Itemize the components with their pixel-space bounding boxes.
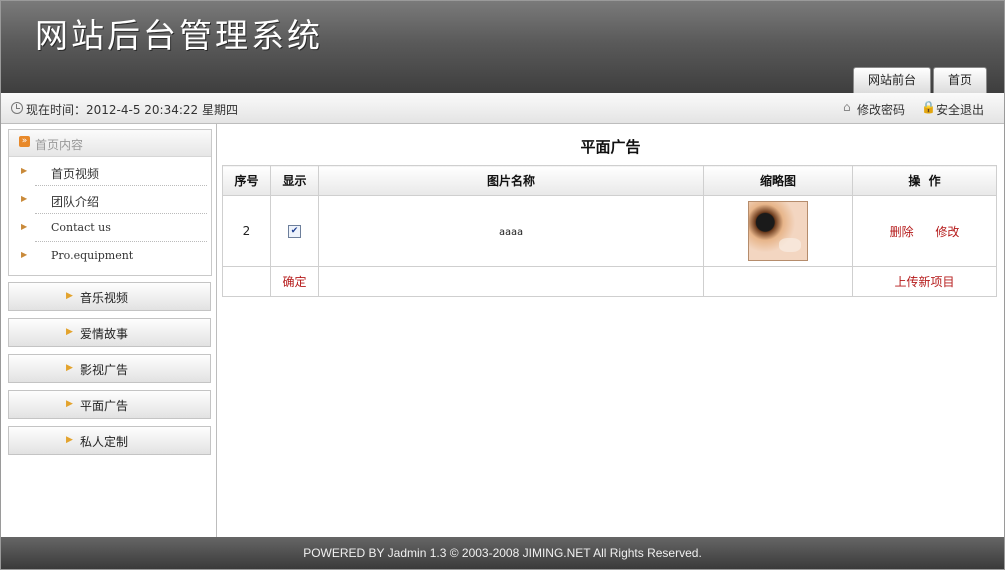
tab-home[interactable]: 首页 (933, 67, 987, 93)
row-image-name: aaaa (318, 195, 704, 267)
arrow-right-icon: ▶ (66, 363, 73, 373)
sidebar: » 首页内容 ▶ 首页视频 ▶ 团队介绍 ▶ Contact us ▶ Pro.… (1, 124, 217, 537)
arrow-right-icon: ▶ (21, 250, 28, 259)
nav-label: 爱情故事 (80, 327, 129, 341)
sidebar-item-home-video[interactable]: ▶ 首页视频 (21, 158, 207, 186)
menu-section: » 首页内容 ▶ 首页视频 ▶ 团队介绍 ▶ Contact us ▶ Pro.… (8, 129, 212, 276)
app-window: 网站后台管理系统 网站前台 首页 现在时间：2012-4-5 20:34:22 … (0, 0, 1005, 570)
status-bar: 现在时间：2012-4-5 20:34:22 星期四 ⌂ 修改密码 🔒 安全退出 (1, 93, 1004, 124)
nav-label: 音乐视频 (80, 291, 129, 305)
arrow-right-icon: ▶ (66, 327, 73, 337)
menu-section-title: 首页内容 (35, 138, 84, 152)
row-thumbnail-cell (703, 195, 853, 267)
change-password-link[interactable]: 修改密码 (857, 101, 905, 118)
confirm-button[interactable]: 确定 (282, 275, 306, 289)
collapse-icon: » (19, 136, 30, 147)
thumbnail-image[interactable] (748, 201, 808, 261)
arrow-right-icon: ▶ (66, 435, 73, 445)
column-header-id: 序号 (222, 165, 271, 196)
ads-table: 序号 显示 图片名称 缩略图 操 作 2 ✔ aaaa 删除 修改 确定 上传新… (222, 165, 997, 297)
column-header-actions: 操 作 (852, 165, 997, 196)
menu-section-header[interactable]: » 首页内容 (9, 130, 211, 157)
image-name-text: aaaa (498, 227, 524, 238)
column-header-image-name: 图片名称 (318, 165, 704, 196)
row-id: 2 (222, 195, 271, 267)
arrow-right-icon: ▶ (21, 166, 28, 175)
clock-icon (11, 102, 23, 114)
sidebar-item-equipment[interactable]: ▶ Pro.equipment (21, 242, 207, 269)
row-actions: 删除 修改 (852, 195, 997, 267)
column-header-show: 显示 (270, 165, 319, 196)
home-icon: ⌂ (843, 100, 851, 114)
table-header-row: 序号 显示 图片名称 缩略图 操 作 (222, 165, 997, 196)
show-checkbox[interactable]: ✔ (288, 225, 301, 238)
edit-link[interactable]: 修改 (935, 225, 959, 239)
lock-icon: 🔒 (921, 100, 936, 114)
sidebar-item-label: 首页视频 (51, 167, 100, 181)
nav-private-custom[interactable]: ▶ 私人定制 (8, 426, 211, 455)
arrow-right-icon: ▶ (21, 222, 28, 231)
nav-label: 平面广告 (80, 399, 129, 413)
nav-label: 私人定制 (80, 435, 129, 449)
table-footer-row: 确定 上传新项目 (222, 266, 997, 297)
header: 网站后台管理系统 网站前台 首页 (1, 1, 1004, 93)
arrow-right-icon: ▶ (66, 399, 73, 409)
page-title: 平面广告 (580, 138, 641, 156)
footer-copyright: POWERED BY Jadmin 1.3 © 2003-2008 JIMING… (303, 546, 702, 560)
sidebar-item-label: Pro.equipment (51, 249, 134, 262)
column-header-thumbnail: 缩略图 (703, 165, 853, 196)
current-time: 现在时间：2012-4-5 20:34:22 星期四 (26, 103, 238, 117)
sidebar-item-team-intro[interactable]: ▶ 团队介绍 (21, 186, 207, 214)
row-show-cell: ✔ (270, 195, 319, 267)
site-title: 网站后台管理系统 (35, 16, 323, 55)
nav-music-video[interactable]: ▶ 音乐视频 (8, 282, 211, 311)
upload-new-item-link[interactable]: 上传新项目 (894, 275, 954, 289)
sidebar-item-label: 团队介绍 (51, 195, 100, 209)
sidebar-item-label: Contact us (51, 221, 111, 234)
nav-print-ads[interactable]: ▶ 平面广告 (8, 390, 211, 419)
table-row: 2 ✔ aaaa 删除 修改 (222, 195, 997, 267)
arrow-right-icon: ▶ (66, 291, 73, 301)
arrow-right-icon: ▶ (21, 194, 28, 203)
nav-label: 影视广告 (80, 363, 129, 377)
sidebar-item-contact-us[interactable]: ▶ Contact us (21, 214, 207, 242)
logout-link[interactable]: 安全退出 (936, 101, 984, 118)
nav-video-ads[interactable]: ▶ 影视广告 (8, 354, 211, 383)
tab-site-frontend[interactable]: 网站前台 (853, 67, 931, 93)
nav-love-story[interactable]: ▶ 爱情故事 (8, 318, 211, 347)
footer: POWERED BY Jadmin 1.3 © 2003-2008 JIMING… (1, 537, 1004, 569)
main-content: 平面广告 序号 显示 图片名称 缩略图 操 作 2 ✔ aaaa 删除 修改 确… (217, 124, 1004, 537)
delete-link[interactable]: 删除 (890, 225, 914, 239)
